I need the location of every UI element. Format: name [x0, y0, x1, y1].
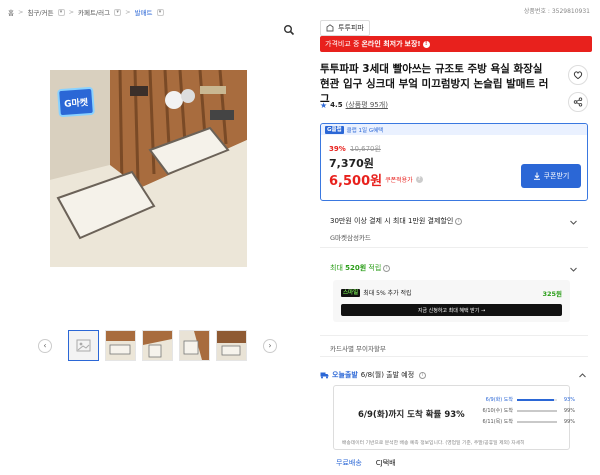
arrival-bar-row: 6/9(화) 도착 93% [485, 396, 575, 404]
chevron-right-icon[interactable]: › [263, 338, 277, 353]
share-button[interactable] [568, 92, 588, 112]
thumbnail[interactable] [105, 330, 136, 361]
thumbnail[interactable] [179, 330, 210, 361]
wishlist-button[interactable] [568, 65, 588, 85]
info-icon[interactable]: i [455, 217, 463, 225]
thumbnail[interactable] [142, 330, 173, 361]
breadcrumb-home[interactable]: 홈 [8, 7, 14, 17]
free-shipping-label[interactable]: 무료배송 [336, 458, 362, 468]
banner-prefix: 가격비교 중 [325, 40, 360, 48]
coupon-price-label: 쿠폰적용가 [385, 177, 413, 184]
reward-text: 최대 5% 추가 적립 [363, 290, 412, 297]
help-icon[interactable]: ? [415, 176, 423, 183]
chevron-down-icon[interactable]: ▾ [156, 8, 164, 16]
breadcrumb: 홈 > 침구/커튼 ▾ > 카페트/러그 ▾ > 발매트 ▾ [8, 6, 164, 18]
payment-discount-row[interactable]: 30만원 이상 결제 시 최대 1만원 결제할인 i G마켓삼성카드 [320, 208, 588, 248]
club-header: G클럽 클럽 1일 G혜택 [321, 124, 587, 135]
brand-name: 투투피파 [338, 24, 364, 32]
heart-icon [573, 71, 583, 80]
delivery-prediction-box: 6/9(화)까지 도착 확률 93% 6/9(화) 도착 93% 6/10(수)… [333, 385, 575, 450]
dispatch-date: 6/8(월) 출발 예정 [360, 371, 415, 379]
price-box: G클럽 클럽 1일 G혜택 39% 10,670원 7,370원 6,500원 … [320, 123, 588, 201]
arrival-bar-fill [517, 398, 555, 401]
coupon-button-label: 쿠폰받기 [543, 172, 570, 180]
product-rating[interactable]: ★ 4.5 (상품평 95개) [320, 100, 388, 110]
chevron-left-icon[interactable]: ‹ [38, 338, 52, 353]
gmarket-badge: G마켓 [57, 86, 95, 118]
reward-summary: 최대 520원 적립 i [330, 263, 391, 273]
smile-club-badge: 스마일 [341, 288, 361, 297]
download-icon [533, 172, 540, 180]
search-icon[interactable] [283, 24, 295, 36]
lowest-price-banner[interactable]: 가격비교 중 온라인 최저가 보장! ! [320, 36, 592, 52]
shipping-tabs: 무료배송 CJ택배 [336, 458, 396, 468]
product-number: 상품번호 : 3529810931 [523, 8, 590, 15]
breadcrumb-item-bedding[interactable]: 침구/커튼 [27, 7, 53, 17]
breadcrumb-separator: > [125, 8, 131, 16]
chevron-up-icon[interactable] [578, 371, 587, 380]
product-main-image[interactable]: G마켓 [50, 70, 247, 267]
arrival-bar-fill [517, 409, 557, 412]
coupon-price-line: 6,500원 쿠폰적용가 ? [329, 170, 423, 189]
gclub-logo: G클럽 [325, 125, 344, 134]
breadcrumb-item-carpet[interactable]: 카페트/러그 [78, 7, 110, 17]
arrival-bar-row: 6/11(목) 도착 99% [482, 418, 575, 426]
review-count[interactable]: (상품평 95개) [346, 100, 388, 110]
share-icon [573, 97, 583, 107]
payment-card-text: G마켓삼성카드 [330, 234, 371, 242]
reward-signup-button[interactable]: 지금 신청하고 최대 혜택 받기 → [341, 304, 562, 316]
chevron-down-icon[interactable]: ▾ [57, 8, 65, 16]
courier-label: CJ택배 [375, 459, 396, 467]
today-dispatch-badge: 오늘출발 [332, 371, 358, 379]
discount-line: 39% 10,670원 [329, 144, 381, 154]
smile-club-reward-box: 스마일 최대 5% 추가 적립 325원 지금 신청하고 최대 혜택 받기 → [333, 280, 570, 322]
arrival-bar-fill [517, 420, 557, 423]
coupon-price: 6,500원 [329, 174, 383, 189]
thumbnail-strip: ‹ › [38, 330, 277, 361]
reward-points: 325원 [542, 290, 562, 298]
prediction-note: 배송데이터 기반으로 분석한 배송 예측 정보입니다. (영업일 기준, 주말/… [342, 441, 525, 446]
store-icon [326, 24, 334, 32]
info-icon: ! [422, 40, 430, 48]
info-icon[interactable]: i [383, 264, 391, 272]
rating-score: 4.5 [330, 101, 343, 109]
chevron-down-icon[interactable]: ▾ [114, 8, 122, 16]
thumbnail[interactable] [68, 330, 99, 361]
chevron-down-icon[interactable] [569, 265, 578, 274]
breadcrumb-separator: > [68, 8, 75, 16]
installment-text: 카드사별 무이자할부 [330, 345, 386, 353]
installment-row[interactable]: 카드사별 무이자할부 [320, 335, 588, 357]
brand-shop-link[interactable]: 투투피파 [320, 20, 370, 36]
truck-icon [320, 372, 329, 379]
banner-suffix: 보장! [404, 40, 421, 48]
shipping-header: 오늘출발 6/8(월) 출발 예정 i [320, 370, 427, 380]
reward-line: 스마일 최대 5% 추가 적립 [341, 288, 412, 297]
info-icon[interactable]: i [419, 371, 427, 379]
chevron-down-icon[interactable] [569, 218, 578, 227]
club-text: 클럽 1일 G혜택 [346, 127, 384, 134]
payment-discount-text: 30만원 이상 결제 시 최대 1만원 결제할인 i [330, 216, 463, 226]
breadcrumb-separator: > [17, 8, 24, 16]
breadcrumb-item-bathmat[interactable]: 발매트 [135, 7, 153, 17]
arrival-bar-row: 6/10(수) 도착 99% [482, 407, 575, 415]
star-icon: ★ [320, 100, 328, 110]
thumbnail[interactable] [216, 330, 247, 361]
coupon-download-button[interactable]: 쿠폰받기 [521, 164, 581, 188]
discount-percent: 39% [329, 145, 346, 153]
original-price: 10,670원 [350, 145, 381, 153]
arrival-probability: 6/9(화)까지 도착 확률 93% [358, 410, 465, 420]
sale-price: 7,370원 [329, 157, 374, 170]
banner-highlight: 온라인 최저가 [361, 40, 403, 48]
